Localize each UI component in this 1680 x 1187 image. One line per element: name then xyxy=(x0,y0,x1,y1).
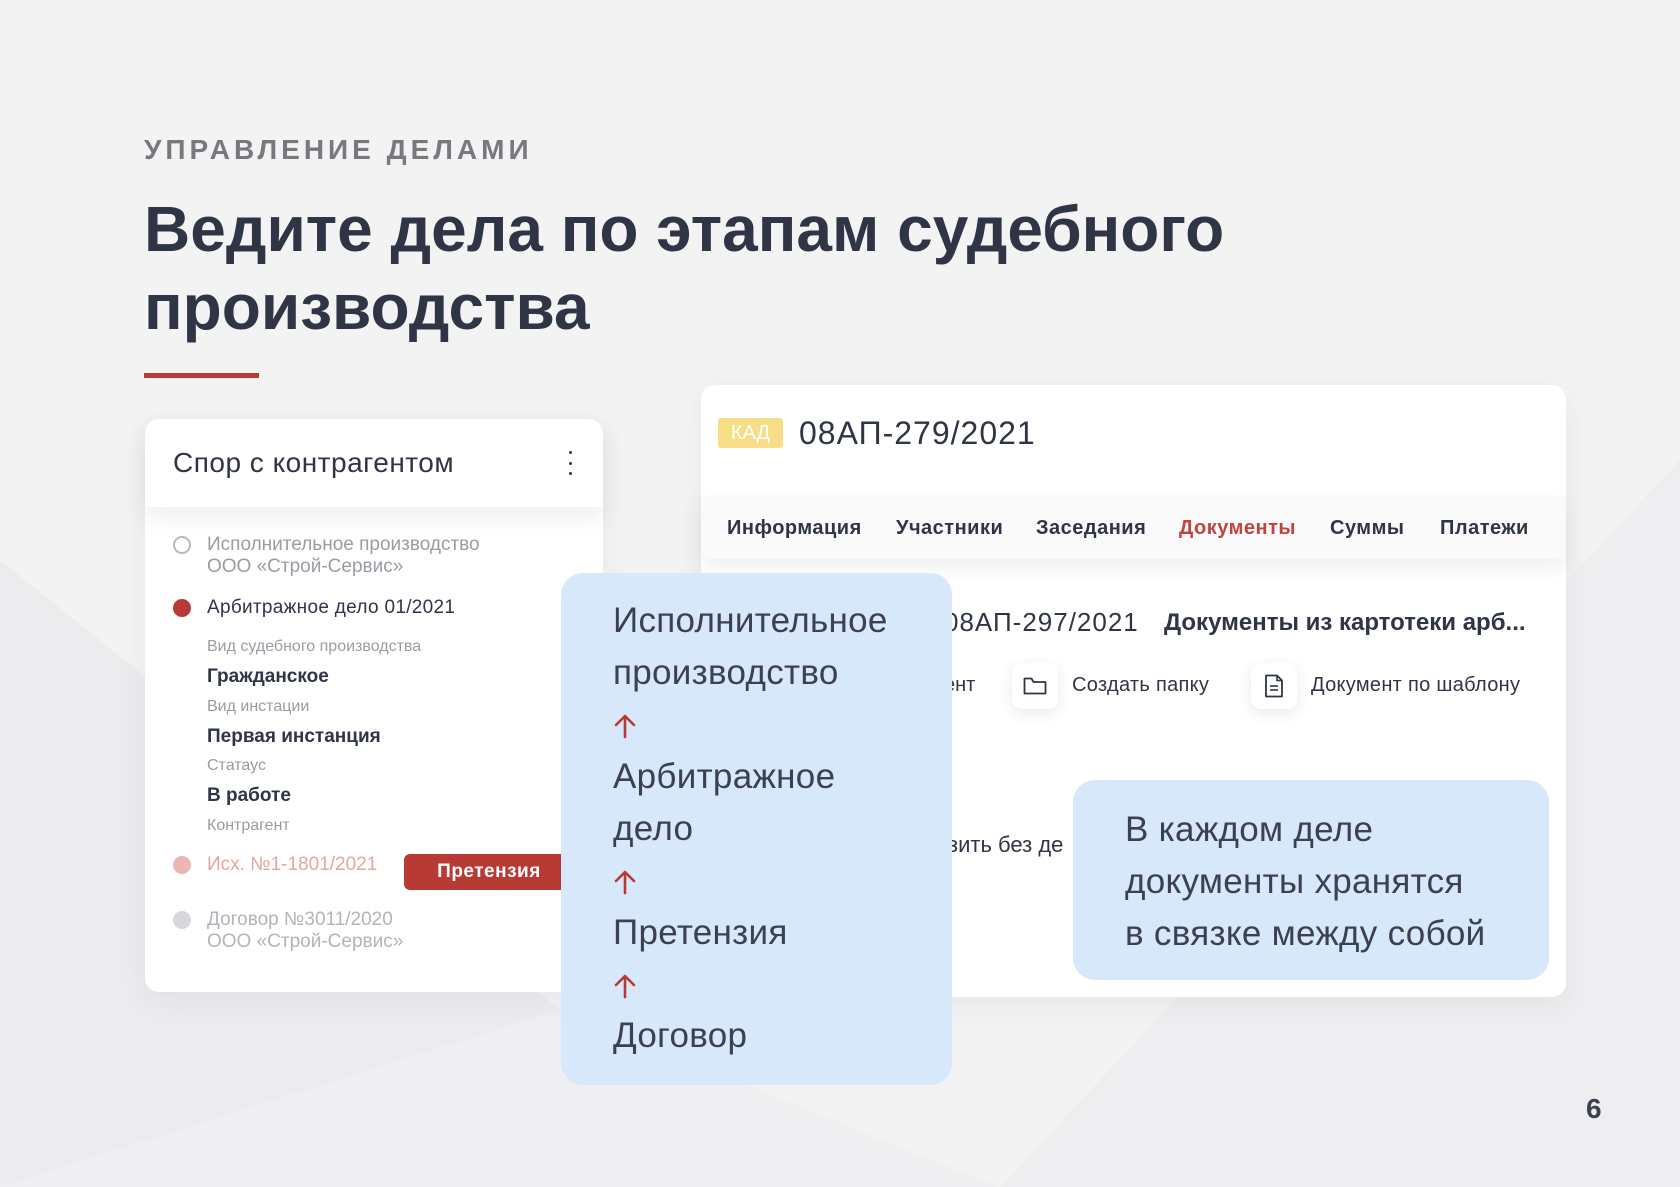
chain-item-title: Арбитражное дело 01/2021 xyxy=(207,597,456,618)
status-inactive-icon xyxy=(173,911,191,929)
flow-step-arbitration-2: дело xyxy=(613,809,694,848)
case-chain-card: Спор с контрагентом Исполнительное произ… xyxy=(145,419,603,992)
tab-hearings[interactable]: Заседания xyxy=(1036,517,1146,540)
note-line-3: в связке между собой xyxy=(1125,914,1486,953)
template-document-button[interactable]: Документ по шаблону xyxy=(1251,663,1551,709)
create-folder-button[interactable]: Создать папку xyxy=(1012,663,1252,709)
document-folder-title[interactable]: Документы из картотеки арб... xyxy=(1164,609,1526,637)
field-value-status: В работе xyxy=(207,785,291,806)
kad-badge: КАД xyxy=(718,418,783,448)
partial-text-fragment: зить без де xyxy=(948,832,1064,857)
chain-item-title: Договор №3011/2020 xyxy=(207,909,393,930)
flow-step-contract: Договор xyxy=(613,1016,748,1055)
document-chain-callout: Исполнительное производство Арбитражное … xyxy=(561,573,952,1085)
chain-item-title: Исполнительное производство xyxy=(207,534,480,555)
tab-documents[interactable]: Документы xyxy=(1179,517,1296,540)
note-line-1: В каждом деле xyxy=(1125,810,1374,849)
chain-item-subtitle: ООО «Строй-Сервис» xyxy=(207,556,404,577)
claim-badge[interactable]: Претензия xyxy=(404,854,574,890)
folder-icon xyxy=(1012,663,1058,709)
case-tabs: Информация Участники Заседания Документы… xyxy=(701,497,1566,559)
case-chain-title: Спор с контрагентом xyxy=(173,447,455,478)
document-case-number: 08АП-297/2021 xyxy=(944,607,1139,637)
tab-payments[interactable]: Платежи xyxy=(1440,517,1529,540)
chain-item-title: Исх. №1-1801/2021 xyxy=(207,854,378,875)
status-empty-icon xyxy=(173,536,191,554)
accent-divider xyxy=(144,373,259,378)
arrow-up-icon xyxy=(614,714,636,739)
field-label-proceeding-type: Вид судебного производства xyxy=(207,638,422,655)
headline-line-1: Ведите дела по этапам судебного xyxy=(144,193,1225,265)
field-label-counterparty: Контрагент xyxy=(207,817,290,834)
arrow-up-icon xyxy=(614,974,636,999)
case-number-title: 08АП-279/2021 xyxy=(799,415,1036,451)
flow-step-arbitration-1: Арбитражное xyxy=(613,757,836,796)
flow-step-enforcement-2: производство xyxy=(613,653,839,692)
headline-line-2: производства xyxy=(144,271,590,343)
status-active-icon xyxy=(173,599,191,617)
note-line-2: документы хранятся xyxy=(1125,862,1464,901)
tab-information[interactable]: Информация xyxy=(727,517,862,540)
flow-step-enforcement-1: Исполнительное xyxy=(613,601,888,640)
slide-headline: Ведите дела по этапам судебного производ… xyxy=(144,190,1244,346)
linked-documents-note: В каждом деле документы хранятся в связк… xyxy=(1073,780,1549,980)
field-label-status: Статаус xyxy=(207,757,266,774)
arrow-up-icon xyxy=(614,870,636,895)
tab-participants[interactable]: Участники xyxy=(896,517,1003,540)
field-value-proceeding-type: Гражданское xyxy=(207,666,329,687)
create-folder-label: Создать папку xyxy=(1072,674,1210,696)
case-chain-header: Спор с контрагентом xyxy=(145,419,603,507)
kebab-menu-icon[interactable] xyxy=(567,451,573,475)
field-label-instance: Вид инстации xyxy=(207,698,310,715)
template-document-label: Документ по шаблону xyxy=(1311,674,1521,696)
tab-sums[interactable]: Суммы xyxy=(1330,517,1404,540)
page-number: 6 xyxy=(1586,1093,1602,1124)
chain-item-subtitle: ООО «Строй-Сервис» xyxy=(207,931,404,952)
flow-step-claim: Претензия xyxy=(613,913,788,952)
section-eyebrow: УПРАВЛЕНИЕ ДЕЛАМИ xyxy=(144,134,533,165)
field-value-instance: Первая инстанция xyxy=(207,726,381,747)
document-icon xyxy=(1251,663,1297,709)
status-faded-icon xyxy=(173,856,191,874)
